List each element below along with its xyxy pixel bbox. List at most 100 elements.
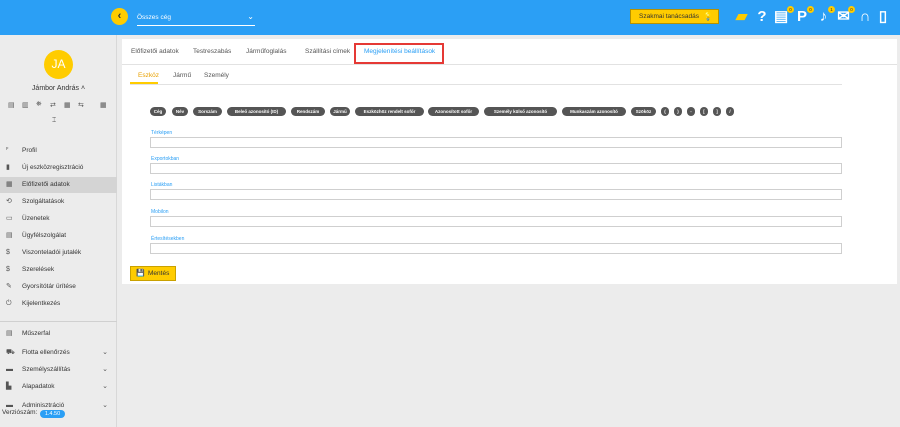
tab-vehicle-booking[interactable]: Járműfoglalás [246, 48, 286, 55]
export-format-input[interactable] [150, 163, 842, 174]
document-badge: 0 [787, 6, 794, 13]
table-icon: ▦ [6, 181, 13, 188]
tab-customization[interactable]: Testreszabás [193, 48, 231, 55]
parking-icon[interactable]: P [796, 8, 808, 26]
user-name[interactable]: Jámbor András ˄ [0, 85, 117, 92]
field-label-lists: Listákban [151, 182, 173, 188]
lists-format-input[interactable] [150, 189, 842, 200]
advice-label: Szakmai tanácsadás [639, 13, 699, 20]
map-format-input[interactable] [150, 137, 842, 148]
sidebar-item-dashboard[interactable]: ▤ Műszerfal [0, 326, 117, 342]
chip-serial[interactable]: Sorszám [193, 107, 222, 116]
sidebar-item-services[interactable]: ⟲ Szolgáltatások [0, 194, 117, 210]
user-pin-icon: ꟳ [6, 147, 9, 154]
mobile-format-input[interactable] [150, 216, 842, 227]
sidebar-item-support[interactable]: ▤ Ügyfélszolgálat [0, 228, 117, 244]
chip-dash[interactable]: - [687, 107, 695, 116]
chip-slash[interactable]: / [726, 107, 734, 116]
chevron-down-icon: ⌄ [102, 349, 108, 356]
document-icon[interactable]: ▤ [774, 8, 788, 26]
piggy-bank-icon[interactable]: ▰ [733, 8, 750, 26]
sidebar-item-subscriber-data[interactable]: ▦ Előfizetői adatok [0, 177, 117, 193]
chip-identified-driver[interactable]: Azonosított sofőr [428, 107, 479, 116]
chip-space[interactable]: Szököz [631, 107, 656, 116]
company-select-value: Összes cég [137, 14, 171, 21]
chip-internal-id[interactable]: Beleő azonosító (ID) [227, 107, 286, 116]
subtab-person[interactable]: Személy [204, 72, 229, 79]
help-icon[interactable]: ? [754, 8, 770, 26]
version-label: Verziószám: [2, 409, 38, 416]
chip-worknumber-id[interactable]: Munkaszám azonosító [562, 107, 626, 116]
tab-subscriber-data[interactable]: Előfizetői adatok [131, 48, 179, 55]
sidebar-divider [0, 321, 117, 322]
chip-company[interactable]: Cég [150, 107, 166, 116]
calendar-icon[interactable]: ▦ [100, 101, 107, 109]
chevron-down-icon: ⌄ [102, 402, 108, 409]
sidebar-item-label: Gyorsítótár ürítése [22, 283, 76, 290]
chip-person-external-id[interactable]: Személy külső azonosító [484, 107, 557, 116]
subtab-device[interactable]: Eszköz [138, 72, 159, 79]
sidebar-item-messages[interactable]: ▭ Üzenetek [0, 211, 117, 227]
link-icon[interactable]: ⇆ [78, 101, 84, 109]
sidebar-item-passenger-transport[interactable]: ▬ Személyszállítás ⌄ [0, 362, 117, 378]
mobile-icon[interactable]: ▯ [876, 8, 890, 26]
brush-icon: ✎ [6, 283, 12, 290]
map-icon[interactable]: ▥ [22, 101, 29, 109]
chevron-down-icon: ⌄ [102, 383, 108, 390]
chip-bracket-open[interactable]: [ [700, 107, 708, 116]
chip-bracket-close[interactable]: ] [713, 107, 721, 116]
database-icon: ▙ [6, 383, 12, 390]
road-icon[interactable]: ⌶ [52, 117, 56, 125]
tab-shipping-addresses[interactable]: Szállítási címek [305, 48, 350, 55]
sidebar-item-installations[interactable]: $ Szerelések [0, 262, 117, 278]
refresh-icon: ⟲ [6, 198, 12, 205]
table-icon[interactable]: ▦ [64, 101, 71, 109]
chevron-down-icon: ⌄ [247, 12, 254, 21]
sidebar-item-logout[interactable]: ⏻ Kijelentkezés [0, 296, 117, 312]
sidebar-item-label: Profil [22, 147, 37, 154]
parking-badge: 0 [807, 6, 814, 13]
company-select[interactable]: Összes cég ⌄ [137, 10, 255, 26]
headset-icon[interactable]: ∩ [858, 8, 872, 26]
list-icon[interactable]: ▤ [8, 101, 15, 109]
chevron-down-icon: ⌄ [102, 366, 108, 373]
notifications-format-input[interactable] [150, 243, 842, 254]
sidebar-item-clear-cache[interactable]: ✎ Gyorsítótár ürítése [0, 279, 117, 295]
sidebar-item-base-data[interactable]: ▙ Alapadatok ⌄ [0, 379, 117, 395]
floppy-icon: 💾 [136, 270, 145, 277]
dollar-icon: $ [6, 266, 10, 273]
collapse-sidebar-button[interactable]: ‹ [111, 8, 128, 25]
tab-display-settings[interactable]: Megjelenítési beállítások [364, 48, 435, 55]
save-button[interactable]: 💾 Mentés [130, 266, 176, 281]
chip-assigned-driver[interactable]: Eszközhöz rendelt sofőr [355, 107, 424, 116]
bell-badge: 1 [828, 6, 835, 13]
advice-button[interactable]: Szakmai tanácsadás 💡 [630, 9, 719, 24]
sidebar: JA Jámbor András ˄ ▤ ▥ ⛯ ⇄ ▦ ⇆ ▦ ⌶ ꟳ Prof… [0, 35, 117, 427]
chip-name[interactable]: Név [172, 107, 188, 116]
support-icon: ▤ [6, 232, 13, 239]
field-label-mobile: Mobilon [151, 209, 169, 215]
top-bar: ‹ Összes cég ⌄ Szakmai tanácsadás 💡 ▰ ? … [0, 0, 900, 35]
sidebar-item-label: Üzenetek [22, 215, 50, 222]
chip-vehicle[interactable]: Jármű [330, 107, 350, 116]
tab-divider [122, 64, 897, 65]
sidebar-item-label: Kijelentkezés [22, 300, 61, 307]
chip-plate[interactable]: Rendszám [291, 107, 325, 116]
route-icon[interactable]: ⛯ [36, 101, 42, 109]
settings-card: Előfizetői adatok Testreszabás Járműfogl… [122, 39, 897, 284]
chevron-up-icon: ˄ [80, 85, 86, 92]
avatar[interactable]: JA [44, 50, 73, 79]
shuffle-icon[interactable]: ⇄ [50, 101, 56, 109]
sidebar-item-reseller-commission[interactable]: $ Viszonteladói jutalék [0, 245, 117, 261]
dollar-icon: $ [6, 249, 10, 256]
sidebar-item-fleet-check[interactable]: ⛟ Flotta ellenőrzés ⌄ [0, 345, 117, 361]
chip-paren-close[interactable]: ) [674, 107, 682, 116]
chip-paren-open[interactable]: ( [661, 107, 669, 116]
subtab-vehicle[interactable]: Jármű [173, 72, 191, 79]
bus-icon: ▬ [6, 366, 13, 373]
field-label-export: Exportokban [151, 156, 180, 162]
sidebar-item-label: Szerelések [22, 266, 55, 273]
sidebar-item-profil[interactable]: ꟳ Profil [0, 143, 117, 159]
field-label-notifications: Értesítésekben [151, 236, 185, 242]
sidebar-item-new-device[interactable]: ▮ Új eszközregisztráció [0, 160, 117, 176]
